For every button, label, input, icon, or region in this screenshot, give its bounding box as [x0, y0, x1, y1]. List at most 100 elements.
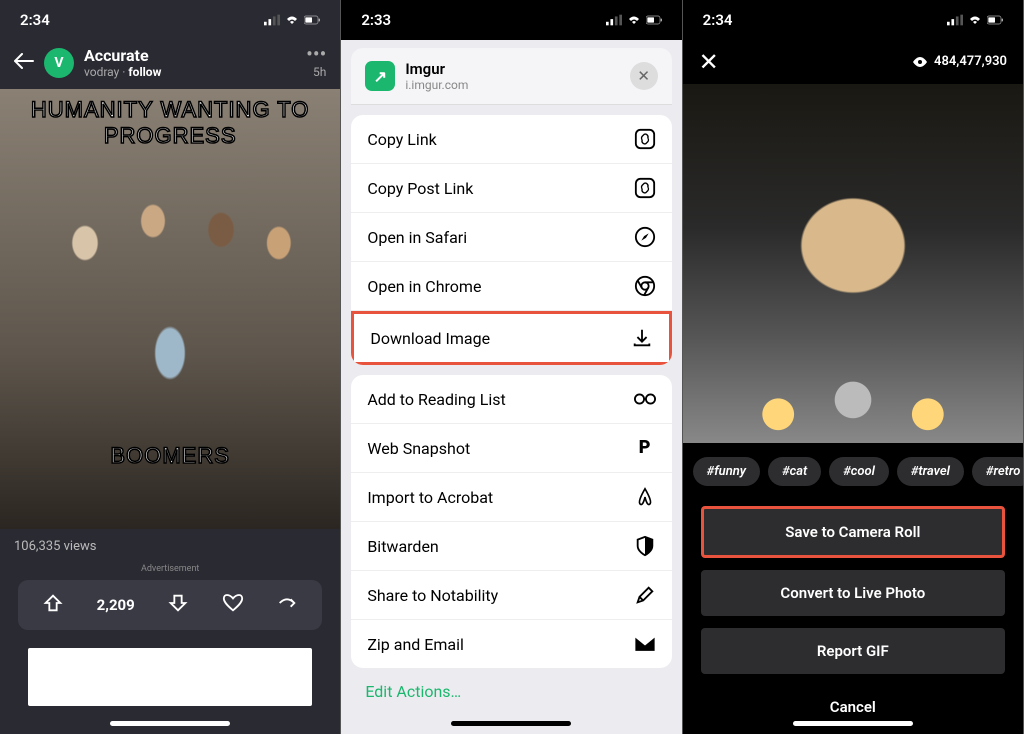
tag[interactable]: #retro [972, 457, 1023, 486]
favorite-button[interactable] [222, 592, 244, 618]
view-count: 484,477,930 [912, 54, 1007, 69]
post-header: V Accurate vodray · follow •••5h [0, 40, 340, 89]
share-sheet-screen: 2:33 Imgur i.imgur.com ✕ Copy Link Copy … [341, 0, 682, 734]
mail-icon [634, 633, 656, 655]
acrobat-icon [634, 486, 656, 508]
share-notability-action[interactable]: Share to Notability [351, 571, 671, 620]
safari-icon [634, 226, 656, 248]
post-title: Accurate [84, 46, 296, 65]
open-safari-action[interactable]: Open in Safari [351, 213, 671, 262]
edit-actions-button[interactable]: Edit Actions… [351, 682, 671, 701]
app-name: Imgur [405, 60, 619, 78]
action-label: Copy Post Link [367, 179, 473, 198]
post-age: 5h [306, 66, 326, 78]
status-time: 2:33 [361, 11, 391, 29]
score: 2,209 [97, 596, 135, 614]
tags-row: #funny #cat #cool #travel #retro [683, 443, 1023, 500]
save-camera-roll-button[interactable]: Save to Camera Roll [701, 506, 1005, 558]
back-button[interactable] [14, 50, 34, 75]
tag[interactable]: #travel [897, 457, 964, 486]
gif-viewer-screen: 2:34 ✕ 484,477,930 #funny #cat #cool #tr… [683, 0, 1024, 734]
top-bar: ✕ 484,477,930 [683, 40, 1023, 84]
share-button[interactable] [276, 592, 298, 618]
status-bar: 2:34 [683, 0, 1023, 40]
home-indicator[interactable] [451, 721, 571, 726]
status-time: 2:34 [703, 11, 733, 29]
post-meta[interactable]: •••5h [306, 48, 326, 78]
zip-email-action[interactable]: Zip and Email [351, 620, 671, 668]
share-sheet-header: Imgur i.imgur.com ✕ [351, 48, 671, 105]
battery-icon [646, 14, 662, 26]
action-label: Open in Chrome [367, 277, 481, 296]
home-indicator[interactable] [110, 721, 230, 726]
status-bar: 2:34 [0, 0, 340, 40]
tag[interactable]: #cat [768, 457, 821, 486]
snapshot-icon: P [634, 437, 656, 459]
cellular-icon [947, 14, 963, 26]
app-icon [365, 61, 395, 91]
post-image[interactable]: HUMANITY WANTING TO PROGRESS BOOMERS [0, 89, 340, 529]
title-block: Accurate vodray · follow [84, 46, 296, 79]
glasses-icon [634, 388, 656, 410]
bitwarden-action[interactable]: Bitwarden [351, 522, 671, 571]
action-group-2: Add to Reading List Web Snapshot P Impor… [351, 375, 671, 668]
add-reading-list-action[interactable]: Add to Reading List [351, 375, 671, 424]
action-label: Bitwarden [367, 537, 438, 556]
imgur-post-screen: 2:34 V Accurate vodray · follow •••5h HU… [0, 0, 341, 734]
open-chrome-action[interactable]: Open in Chrome [351, 262, 671, 311]
action-label: Open in Safari [367, 228, 467, 247]
import-acrobat-action[interactable]: Import to Acrobat [351, 473, 671, 522]
link-icon [634, 128, 656, 150]
action-label: Add to Reading List [367, 390, 505, 409]
action-label: Import to Acrobat [367, 488, 493, 507]
report-gif-button[interactable]: Report GIF [701, 628, 1005, 674]
convert-live-photo-button[interactable]: Convert to Live Photo [701, 570, 1005, 616]
meme-top-text: HUMANITY WANTING TO PROGRESS [0, 97, 340, 149]
downvote-button[interactable] [167, 592, 189, 618]
app-info: Imgur i.imgur.com [405, 60, 619, 92]
shield-icon [634, 535, 656, 557]
action-label: Download Image [370, 329, 490, 348]
download-icon [631, 327, 653, 349]
tag[interactable]: #funny [693, 457, 760, 486]
gif-image[interactable] [683, 84, 1023, 443]
status-indicators [947, 14, 1003, 26]
eye-icon [912, 56, 928, 68]
ad-placeholder [28, 648, 312, 706]
close-button[interactable]: ✕ [630, 62, 658, 90]
tag[interactable]: #cool [829, 457, 889, 486]
action-label: Zip and Email [367, 635, 464, 654]
close-button[interactable]: ✕ [699, 48, 719, 76]
app-domain: i.imgur.com [405, 78, 619, 92]
meme-bottom-text: BOOMERS [0, 443, 340, 469]
wifi-icon [967, 14, 983, 26]
pencil-icon [634, 584, 656, 606]
action-group-1: Copy Link Copy Post Link Open in Safari … [351, 115, 671, 365]
download-image-action[interactable]: Download Image [351, 311, 671, 365]
wifi-icon [284, 14, 300, 26]
status-indicators [606, 14, 662, 26]
view-count: 106,335 views [0, 529, 340, 564]
upvote-button[interactable] [42, 592, 64, 618]
cellular-icon [264, 14, 280, 26]
advertisement-label: Advertisement [0, 564, 340, 574]
copy-link-action[interactable]: Copy Link [351, 115, 671, 164]
username[interactable]: vodray [84, 65, 119, 79]
status-indicators [264, 14, 320, 26]
web-snapshot-action[interactable]: Web Snapshot P [351, 424, 671, 473]
action-label: Share to Notability [367, 586, 498, 605]
link-icon [634, 177, 656, 199]
action-label: Copy Link [367, 130, 436, 149]
home-indicator[interactable] [793, 721, 913, 726]
copy-post-link-action[interactable]: Copy Post Link [351, 164, 671, 213]
battery-icon [304, 14, 320, 26]
follow-button[interactable]: follow [128, 65, 161, 79]
status-time: 2:34 [20, 11, 50, 29]
cellular-icon [606, 14, 622, 26]
action-bar: 2,209 [18, 580, 322, 630]
action-label: Web Snapshot [367, 439, 470, 458]
status-bar: 2:33 [341, 0, 681, 40]
post-subtitle: vodray · follow [84, 65, 296, 79]
avatar[interactable]: V [44, 48, 74, 78]
chrome-icon [634, 275, 656, 297]
